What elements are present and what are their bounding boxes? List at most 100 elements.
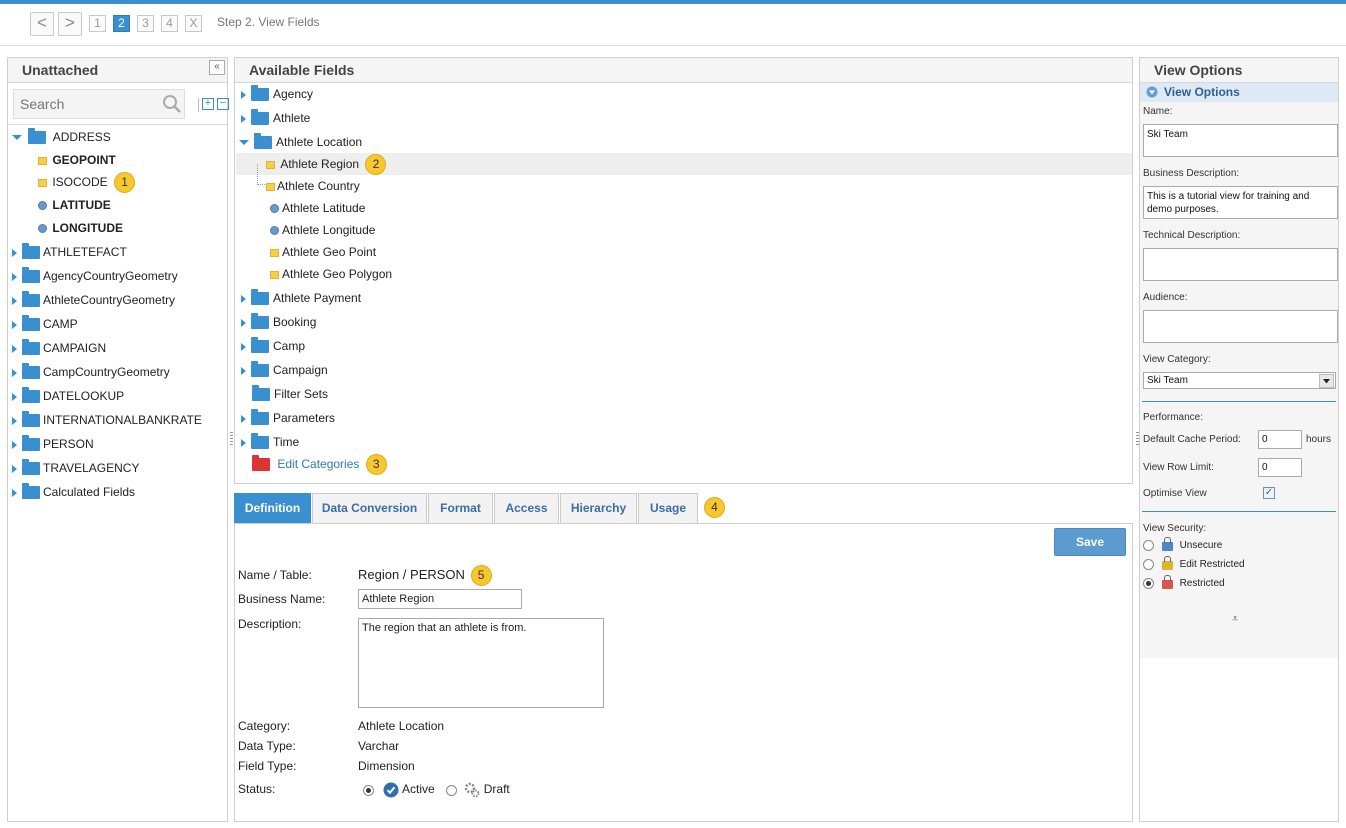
tab-hierarchy[interactable]: Hierarchy xyxy=(560,493,637,523)
optimise-view-checkbox[interactable]: ✓ xyxy=(1263,487,1275,499)
edit-restricted-radio[interactable] xyxy=(1143,558,1154,570)
chevron-right-icon[interactable] xyxy=(12,248,17,257)
chevron-right-icon[interactable] xyxy=(12,464,17,473)
tree-folder[interactable]: AthleteCountryGeometry xyxy=(12,289,175,311)
tree-field-latitude[interactable]: LATITUDE xyxy=(38,194,111,216)
tree-field-geopoint[interactable]: GEOPOINT xyxy=(38,149,116,171)
tree-label: Filter Sets xyxy=(274,387,329,401)
tree-field[interactable]: Athlete Longitude xyxy=(270,219,375,241)
tree-folder[interactable]: Camp xyxy=(241,335,305,357)
tree-folder[interactable]: CAMP xyxy=(12,313,78,335)
chevron-down-icon[interactable] xyxy=(12,135,22,141)
tree-field[interactable]: Athlete Country xyxy=(266,175,360,197)
step-exit[interactable]: X xyxy=(185,15,202,32)
chevron-right-icon[interactable] xyxy=(12,320,17,329)
view-name-field[interactable]: Ski Team xyxy=(1143,124,1338,157)
status-active-radio[interactable] xyxy=(363,784,374,796)
chevron-right-icon[interactable] xyxy=(12,416,17,425)
tab-data-conversion[interactable]: Data Conversion xyxy=(312,493,427,523)
step-1[interactable]: 1 xyxy=(89,15,106,32)
view-options-section-header[interactable]: View Options xyxy=(1140,83,1338,102)
search-icon[interactable] xyxy=(162,94,182,114)
chevron-right-icon[interactable] xyxy=(12,392,17,401)
cache-period-field[interactable]: 0 xyxy=(1258,430,1302,449)
tree-folder[interactable]: Athlete Payment xyxy=(241,287,361,309)
tree-folder[interactable]: TRAVELAGENCY xyxy=(12,457,139,479)
security-unsecure-option[interactable]: Unsecure xyxy=(1143,537,1222,551)
tree-folder[interactable]: CampCountryGeometry xyxy=(12,361,170,383)
tree-folder[interactable]: ATHLETEFACT xyxy=(12,241,127,263)
search-input[interactable] xyxy=(13,89,185,119)
tab-access[interactable]: Access xyxy=(494,493,559,523)
tree-folder[interactable]: AgencyCountryGeometry xyxy=(12,265,178,287)
forward-arrow-icon[interactable]: > xyxy=(58,12,82,36)
chevron-right-icon[interactable] xyxy=(12,368,17,377)
tree-folder[interactable]: Campaign xyxy=(241,359,328,381)
chevron-right-icon[interactable] xyxy=(12,488,17,497)
view-category-value: Ski Team xyxy=(1147,375,1188,386)
chevron-right-icon[interactable] xyxy=(241,294,246,303)
chevron-right-icon[interactable] xyxy=(241,366,246,375)
tree-folder-address[interactable]: ADDRESS xyxy=(12,126,111,148)
tree-folder[interactable]: Calculated Fields xyxy=(12,481,135,503)
tree-field-longitude[interactable]: LONGITUDE xyxy=(38,217,123,239)
restricted-radio[interactable] xyxy=(1143,577,1154,589)
business-description-field[interactable]: This is a tutorial view for training and… xyxy=(1143,186,1338,219)
resize-handle-left[interactable] xyxy=(230,432,233,446)
step-4[interactable]: 4 xyxy=(161,15,178,32)
row-limit-field[interactable]: 0 xyxy=(1258,458,1302,477)
view-category-select[interactable]: Ski Team xyxy=(1143,372,1336,389)
tree-label: ISOCODE xyxy=(52,175,108,189)
business-name-field[interactable] xyxy=(358,589,522,609)
expand-all-icon[interactable]: + xyxy=(202,98,214,110)
tree-field[interactable]: Athlete Geo Polygon xyxy=(270,263,392,285)
back-arrow-icon[interactable]: < xyxy=(30,12,54,36)
chevron-right-icon[interactable] xyxy=(12,440,17,449)
step-3[interactable]: 3 xyxy=(137,15,154,32)
chevron-right-icon[interactable] xyxy=(12,296,17,305)
tree-field-athlete-region[interactable]: Athlete Region 2 xyxy=(266,153,387,176)
dropdown-arrow-icon[interactable] xyxy=(1319,374,1334,388)
tree-field-isocode[interactable]: ISOCODE 1 xyxy=(38,171,136,194)
tree-folder-filter-sets[interactable]: Filter Sets xyxy=(252,383,328,405)
tree-folder[interactable]: Parameters xyxy=(241,407,335,429)
tree-label: Athlete Latitude xyxy=(282,201,366,215)
tree-folder[interactable]: Booking xyxy=(241,311,316,333)
tree-folder[interactable]: INTERNATIONALBANKRATE xyxy=(12,409,202,431)
security-edit-option[interactable]: Edit Restricted xyxy=(1143,556,1245,570)
tree-folder[interactable]: CAMPAIGN xyxy=(12,337,106,359)
collapse-up-icon[interactable]: ⩡ xyxy=(1232,613,1238,626)
save-button[interactable]: Save xyxy=(1054,528,1126,556)
security-restricted-option[interactable]: Restricted xyxy=(1143,575,1225,589)
chevron-right-icon[interactable] xyxy=(241,414,246,423)
chevron-right-icon[interactable] xyxy=(241,342,246,351)
chevron-right-icon[interactable] xyxy=(12,272,17,281)
tree-folder[interactable]: DATELOOKUP xyxy=(12,385,124,407)
tree-folder[interactable]: Athlete xyxy=(241,107,310,129)
tree-field[interactable]: Athlete Geo Point xyxy=(270,241,376,263)
chevron-right-icon[interactable] xyxy=(241,438,246,447)
chevron-down-icon[interactable] xyxy=(239,140,249,146)
chevron-right-icon[interactable] xyxy=(12,344,17,353)
collapse-panel-icon[interactable]: « xyxy=(209,60,225,75)
chevron-right-icon[interactable] xyxy=(241,318,246,327)
technical-description-field[interactable] xyxy=(1143,248,1338,281)
tree-folder[interactable]: Time xyxy=(241,431,299,453)
tab-usage[interactable]: Usage xyxy=(638,493,698,523)
status-draft-radio[interactable] xyxy=(446,784,458,796)
tab-format[interactable]: Format xyxy=(428,493,493,523)
description-field[interactable]: The region that an athlete is from. xyxy=(358,618,604,708)
tab-definition[interactable]: Definition xyxy=(234,493,311,523)
audience-field[interactable] xyxy=(1143,310,1338,343)
edit-categories-link[interactable]: Edit Categories 3 xyxy=(252,453,387,476)
tree-folder-athlete-location[interactable]: Athlete Location xyxy=(239,131,362,153)
folder-icon xyxy=(251,361,269,378)
tree-field[interactable]: Athlete Latitude xyxy=(270,197,365,219)
tree-folder[interactable]: PERSON xyxy=(12,433,94,455)
tree-folder[interactable]: Agency xyxy=(241,83,313,105)
collapse-all-icon[interactable]: − xyxy=(217,98,229,110)
chevron-right-icon[interactable] xyxy=(241,90,246,99)
unsecure-radio[interactable] xyxy=(1143,539,1154,551)
step-2[interactable]: 2 xyxy=(113,15,130,32)
chevron-right-icon[interactable] xyxy=(241,114,246,123)
